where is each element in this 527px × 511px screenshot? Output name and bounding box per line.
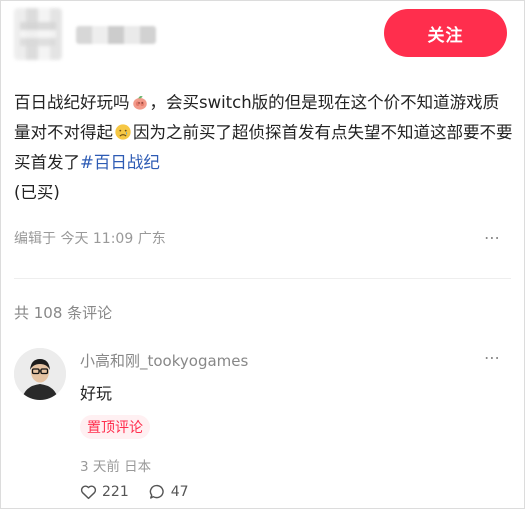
pinned-badge: 置顶评论 — [80, 415, 150, 439]
heart-icon — [80, 485, 97, 500]
person-avatar-icon — [14, 348, 66, 400]
sad-face-emoji-icon — [115, 124, 131, 140]
like-count: 221 — [102, 484, 129, 500]
post-frame — [0, 0, 525, 509]
post-content: 百日战纪好玩吗 ，会买switch版的但是现在这个价不知道游戏质量对不对得起 因为之… — [14, 88, 514, 208]
comment-meta: 3 天前 日本 — [80, 459, 152, 475]
peach-emoji-icon — [132, 96, 147, 110]
hashtag-link[interactable]: #百日战纪 — [80, 153, 160, 172]
comment-count: 共 108 条评论 — [14, 304, 113, 322]
comment-bubble-icon — [149, 484, 164, 499]
reply-count: 47 — [170, 484, 189, 500]
like-button[interactable]: 221 — [80, 484, 129, 500]
comment-text: 好玩 — [80, 384, 113, 403]
author-name[interactable] — [76, 26, 156, 44]
post-text-part1: 百日战纪好玩吗 — [14, 93, 130, 112]
comment-more-icon[interactable]: ⋯ — [484, 348, 501, 367]
post-more-icon[interactable]: ⋯ — [484, 228, 501, 247]
commenter-name[interactable]: 小高和刚_tookyogames — [80, 350, 248, 371]
post-meta: 编辑于 今天 11:09 广东 — [14, 231, 166, 247]
follow-button[interactable]: 关注 — [384, 9, 507, 57]
post-text-bought: (已买) — [14, 183, 60, 202]
reply-button[interactable]: 47 — [149, 484, 189, 500]
author-avatar[interactable] — [14, 8, 62, 60]
divider — [14, 278, 511, 279]
commenter-avatar[interactable] — [14, 348, 66, 400]
comment-actions: 221 47 — [80, 484, 203, 500]
